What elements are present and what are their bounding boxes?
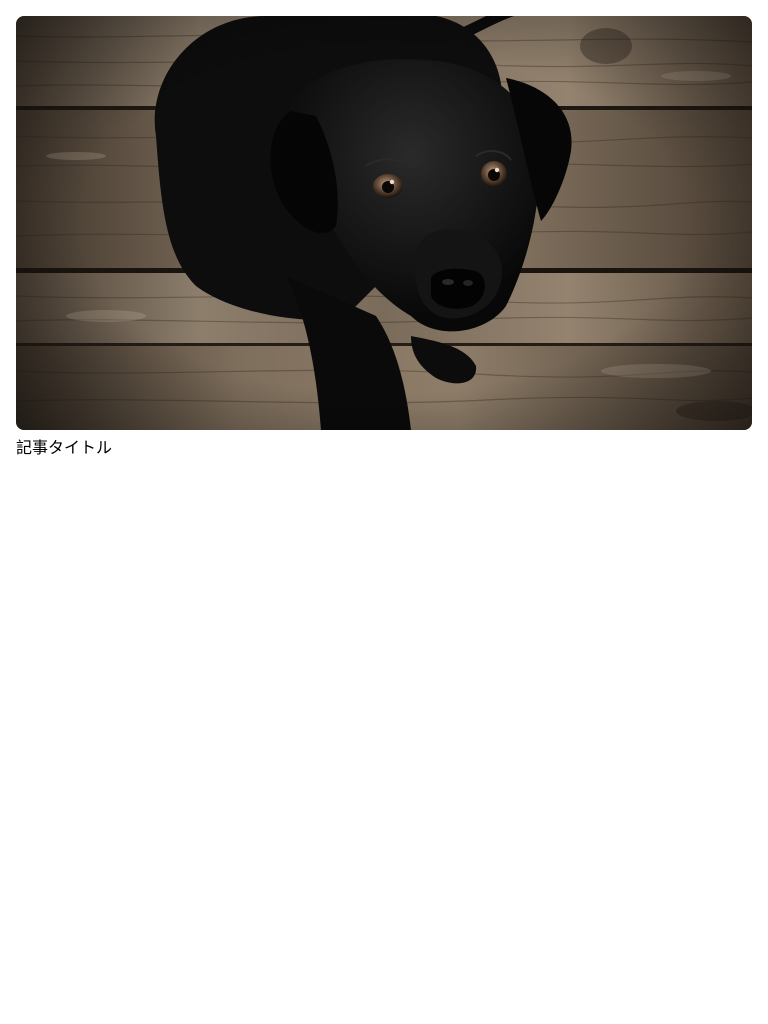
article-title[interactable]: 記事タイトル — [16, 438, 752, 458]
black-puppy-photo — [16, 16, 752, 430]
article-card[interactable]: 記事タイトル — [16, 16, 752, 458]
article-image[interactable] — [16, 16, 752, 430]
page: 記事タイトル — [0, 0, 768, 1024]
